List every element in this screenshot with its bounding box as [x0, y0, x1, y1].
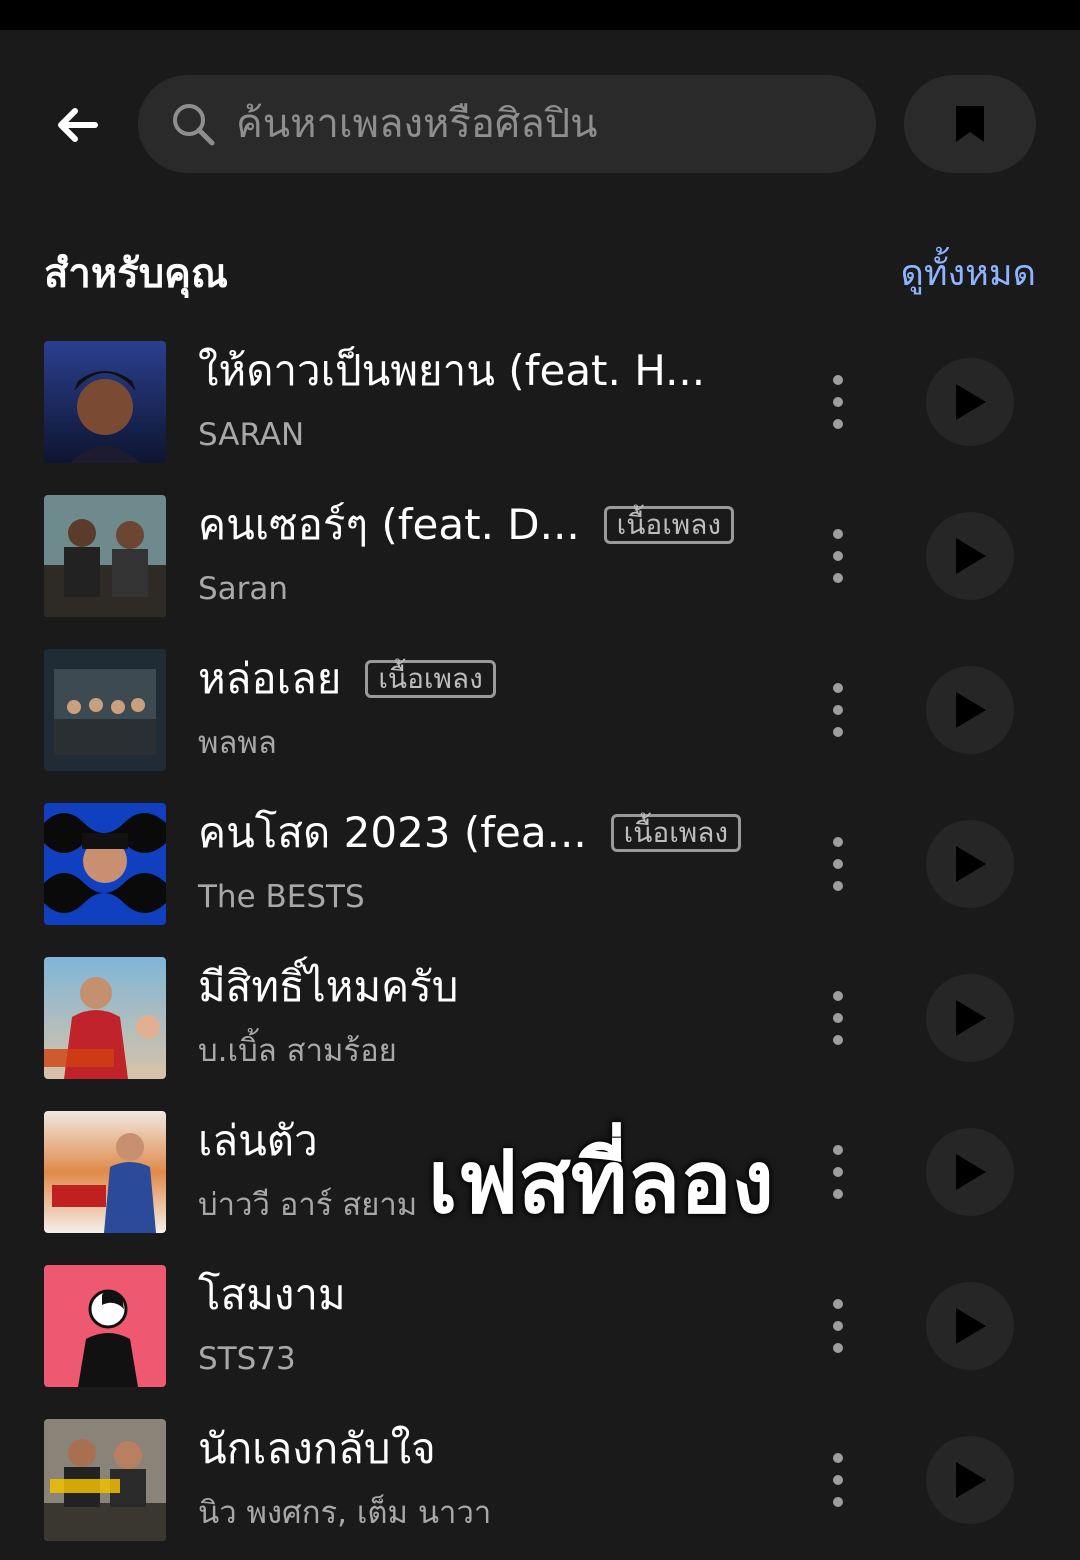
song-title: มีสิทธิ์ไหมครับ	[198, 962, 459, 1011]
play-icon	[956, 1154, 986, 1190]
song-list: ให้ดาวเป็นพยาน (feat. H... SARAN คนเซอร์…	[0, 325, 1080, 1557]
back-button[interactable]	[40, 90, 114, 160]
song-artist: Saran	[198, 571, 289, 607]
song-title: ให้ดาวเป็นพยาน (feat. H...	[198, 346, 706, 395]
album-cover	[44, 957, 166, 1079]
song-artist: STS73	[198, 1341, 296, 1377]
song-title: หล่อเลย เนื้อเพลง	[198, 647, 496, 711]
song-title: คนเซอร์ๆ (feat. D... เนื้อเพลง	[198, 493, 735, 557]
more-vertical-icon	[833, 375, 843, 385]
lyrics-badge: เนื้อเพลง	[603, 506, 735, 544]
search-input[interactable]	[236, 75, 856, 173]
play-button[interactable]	[926, 1282, 1014, 1370]
more-vertical-icon	[833, 991, 843, 1001]
play-button[interactable]	[926, 512, 1014, 600]
album-cover	[44, 1419, 166, 1541]
more-vertical-icon	[833, 1299, 843, 1309]
more-options-button[interactable]	[818, 375, 858, 429]
search-icon	[173, 104, 215, 146]
song-row[interactable]: คนเซอร์ๆ (feat. D... เนื้อเพลง Saran	[0, 479, 1080, 633]
album-cover	[44, 649, 166, 771]
more-options-button[interactable]	[818, 1299, 858, 1353]
play-button[interactable]	[926, 358, 1014, 446]
bookmark-button[interactable]	[904, 75, 1036, 173]
play-icon	[956, 538, 986, 574]
song-artist: The BESTS	[198, 879, 365, 915]
song-title: คนโสด 2023 (fea... เนื้อเพลง	[198, 801, 742, 865]
song-title: นักเลงกลับใจ	[198, 1424, 436, 1473]
song-row[interactable]: นักเลงกลับใจ นิว พงศกร, เต็ม นาวา	[0, 1403, 1080, 1557]
song-artist: บ่าววี อาร์ สยาม	[198, 1187, 418, 1223]
play-icon	[956, 1462, 986, 1498]
song-row[interactable]: โสมงาม STS73	[0, 1249, 1080, 1403]
play-icon	[956, 1000, 986, 1036]
lyrics-badge: เนื้อเพลง	[365, 660, 496, 698]
status-bar	[0, 0, 1080, 30]
album-cover	[44, 1111, 166, 1233]
more-vertical-icon	[833, 837, 843, 847]
caption-overlay: เฟสที่ลอง	[428, 1133, 774, 1233]
lyrics-badge: เนื้อเพลง	[610, 814, 742, 852]
arrow-left-icon	[58, 108, 98, 142]
play-button[interactable]	[926, 1436, 1014, 1524]
more-options-button[interactable]	[818, 683, 858, 737]
see-all-link[interactable]: ดูทั้งหมด	[900, 244, 1036, 304]
more-vertical-icon	[833, 1145, 843, 1155]
album-cover	[44, 341, 166, 463]
more-vertical-icon	[833, 1453, 843, 1463]
play-icon	[956, 1308, 986, 1344]
song-artist: นิว พงศกร, เต็ม นาวา	[198, 1495, 492, 1531]
play-button[interactable]	[926, 820, 1014, 908]
more-options-button[interactable]	[818, 991, 858, 1045]
song-title: โสมงาม	[198, 1270, 346, 1319]
more-options-button[interactable]	[818, 837, 858, 891]
more-options-button[interactable]	[818, 1145, 858, 1199]
album-cover	[44, 495, 166, 617]
song-row[interactable]: ให้ดาวเป็นพยาน (feat. H... SARAN	[0, 325, 1080, 479]
song-row[interactable]: มีสิทธิ์ไหมครับ บ.เบิ้ล สามร้อย	[0, 941, 1080, 1095]
song-row[interactable]: หล่อเลย เนื้อเพลง พลพล	[0, 633, 1080, 787]
more-options-button[interactable]	[818, 1453, 858, 1507]
play-icon	[956, 384, 986, 420]
song-row[interactable]: คนโสด 2023 (fea... เนื้อเพลง The BESTS	[0, 787, 1080, 941]
search-bar[interactable]	[138, 75, 876, 173]
album-cover	[44, 803, 166, 925]
play-icon	[956, 846, 986, 882]
play-button[interactable]	[926, 1128, 1014, 1216]
play-icon	[956, 692, 986, 728]
play-button[interactable]	[926, 666, 1014, 754]
album-cover	[44, 1265, 166, 1387]
more-vertical-icon	[833, 529, 843, 539]
song-artist: SARAN	[198, 417, 305, 453]
song-title: เล่นตัว	[198, 1116, 318, 1165]
bookmark-icon	[956, 106, 984, 142]
more-vertical-icon	[833, 683, 843, 693]
song-artist: บ.เบิ้ล สามร้อย	[198, 1033, 397, 1069]
more-options-button[interactable]	[818, 529, 858, 583]
section-title: สำหรับคุณ	[44, 251, 228, 297]
play-button[interactable]	[926, 974, 1014, 1062]
song-artist: พลพล	[198, 725, 277, 761]
